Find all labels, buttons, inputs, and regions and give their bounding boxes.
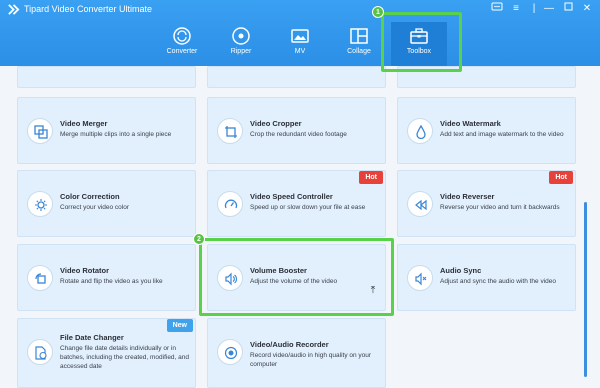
card-desc: Merge multiple clips into a single piece [60,131,172,138]
file-date-icon-wrap [27,339,53,365]
card-desc: Adjust and sync the audio with the video [440,278,556,285]
card-title: Color Correction [60,192,120,201]
maximize-icon[interactable] [560,2,576,16]
hot-badge: Hot [549,171,573,184]
tool-video-merger[interactable]: Video Merger Merge multiple clips into a… [17,97,196,164]
speed-icon-wrap [217,191,243,217]
watermark-icon-wrap [407,118,433,144]
highlight-toolbox [381,12,462,72]
card-title: Video Rotator [60,266,110,275]
tab-collage[interactable]: Collage [331,22,387,66]
card-title: Video Reverser [440,192,495,201]
rotator-icon-wrap [27,265,53,291]
merger-icon-wrap [27,118,53,144]
card-title: Audio Sync [440,266,482,275]
mv-icon [291,29,309,43]
tab-ripper[interactable]: Ripper [213,22,269,66]
record-icon [224,346,238,360]
tab-collage-label: Collage [347,48,371,55]
feedback-icon[interactable] [489,2,505,16]
card-desc: Speed up or slow down your file at ease [250,204,366,211]
droplet-icon [416,125,426,139]
card-desc: Reverse your video and turn it backwards [440,204,560,211]
app-logo-icon [8,4,20,15]
collage-icon [350,28,368,44]
card-title: File Date Changer [60,333,124,342]
step-2-marker: 2 [193,233,205,245]
hot-badge: Hot [359,171,383,184]
card-title: Video Speed Controller [250,192,333,201]
tab-mv-label: MV [294,48,306,55]
card-desc: Change file date details individually or… [60,345,190,370]
file-date-icon [35,346,47,360]
audio-sync-icon [415,272,427,286]
tool-card-top-mid-partial[interactable] [207,66,386,88]
card-title: Video Merger [60,119,108,128]
card-desc: Record video/audio in high quality on yo… [250,352,372,368]
app-title: Tipard Video Converter Ultimate [24,4,153,14]
card-title: Video Watermark [440,119,501,128]
card-desc: Correct your video color [60,204,129,211]
vertical-scrollbar[interactable] [584,202,587,377]
tool-card-top-left-partial[interactable] [17,66,196,88]
close-icon[interactable]: ✕ [579,2,595,16]
speedometer-icon [224,199,238,209]
rewind-icon [415,199,427,211]
merger-icon [34,125,48,139]
tab-converter-label: Converter [166,48,198,55]
card-desc: Rotate and flip the video as you like [60,278,163,285]
audio-sync-icon-wrap [407,265,433,291]
step-1-marker: 1 [372,6,384,18]
rotate-icon [35,273,46,284]
tab-converter[interactable]: Converter [154,22,210,66]
card-title: Video/Audio Recorder [250,340,329,349]
converter-icon [173,27,191,45]
ripper-icon [232,27,250,45]
cropper-icon-wrap [217,118,243,144]
reverser-icon-wrap [407,191,433,217]
tab-mv[interactable]: MV [272,22,328,66]
tool-video-rotator[interactable]: Video Rotator Rotate and flip the video … [17,244,196,311]
tab-ripper-label: Ripper [230,48,252,55]
brightness-icon [35,199,47,211]
card-title: Video Cropper [250,119,302,128]
recorder-icon-wrap [217,339,243,365]
menu-icon[interactable]: ≡ [508,2,524,16]
new-badge: New [166,319,193,332]
tool-audio-sync[interactable]: Audio Sync Adjust and sync the audio wit… [397,244,576,311]
highlight-volume-booster [199,238,394,316]
tool-video-speed-controller[interactable]: Hot Video Speed Controller Speed up or s… [207,170,386,237]
tool-video-reverser[interactable]: Hot Video Reverser Reverse your video an… [397,170,576,237]
tool-video-watermark[interactable]: Video Watermark Add text and image water… [397,97,576,164]
tool-file-date-changer[interactable]: New File Date Changer Change file date d… [17,318,196,388]
tool-color-correction[interactable]: Color Correction Correct your video colo… [17,170,196,237]
tool-video-cropper[interactable]: Video Cropper Crop the redundant video f… [207,97,386,164]
card-desc: Add text and image watermark to the vide… [440,131,564,138]
color-icon-wrap [27,191,53,217]
toolbox-grid: Video Merger Merge multiple clips into a… [0,66,600,388]
minimize-icon[interactable]: — [541,2,557,16]
card-desc: Crop the redundant video footage [250,131,347,138]
tool-video-audio-recorder[interactable]: Video/Audio Recorder Record video/audio … [207,318,386,388]
crop-icon [225,126,237,138]
app-header: Tipard Video Converter Ultimate ≡ | — ✕ … [0,0,600,66]
separator-icon: | [532,3,536,14]
